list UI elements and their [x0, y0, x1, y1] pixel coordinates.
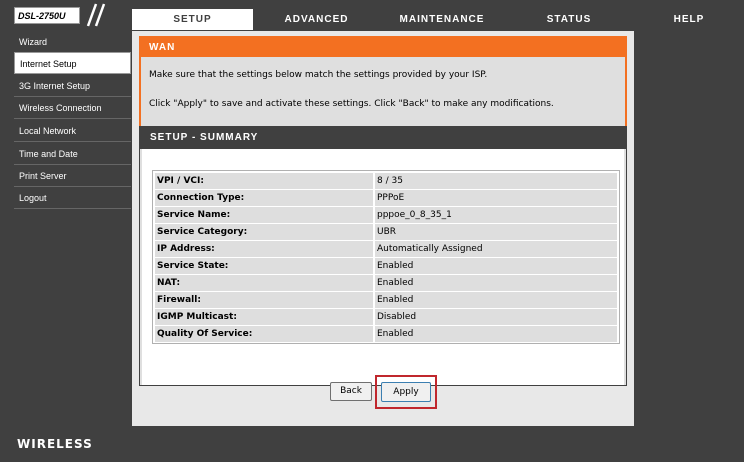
sidebar: Wizard Internet Setup 3G Internet Setup … [14, 31, 131, 426]
router-admin-page: DSL-2750U SETUP ADVANCED MAINTENANCE STA… [0, 0, 744, 462]
row-value: Enabled [375, 326, 617, 342]
sidebar-item-wizard[interactable]: Wizard [14, 31, 131, 53]
row-label: Quality Of Service: [155, 326, 373, 342]
setup-summary-title: SETUP - SUMMARY [140, 127, 626, 149]
tab-setup[interactable]: SETUP [132, 9, 253, 30]
tab-maintenance[interactable]: MAINTENANCE [380, 9, 504, 30]
table-row: Firewall: Enabled [155, 292, 617, 308]
table-row: Service State: Enabled [155, 258, 617, 274]
row-label: Connection Type: [155, 190, 373, 206]
right-panel [634, 31, 744, 426]
row-value: Automatically Assigned [375, 241, 617, 257]
footer: WIRELESS [0, 426, 744, 462]
table-row: NAT: Enabled [155, 275, 617, 291]
back-button[interactable]: Back [330, 382, 372, 401]
row-value: PPPoE [375, 190, 617, 206]
table-row: Connection Type: PPPoE [155, 190, 617, 206]
sidebar-item-time-and-date[interactable]: Time and Date [14, 143, 131, 165]
row-label: Service State: [155, 258, 373, 274]
main-content: WAN Make sure that the settings below ma… [132, 31, 634, 426]
table-row: Service Category: UBR [155, 224, 617, 240]
sidebar-item-wireless-connection[interactable]: Wireless Connection [14, 97, 131, 119]
table-row: Quality Of Service: Enabled [155, 326, 617, 342]
slash-logo-icon [86, 3, 106, 27]
row-label: NAT: [155, 275, 373, 291]
table-row: VPI / VCI: 8 / 35 [155, 173, 617, 189]
model-badge: DSL-2750U [14, 7, 80, 24]
sidebar-item-internet-setup[interactable]: Internet Setup [14, 52, 131, 74]
wan-section-title: WAN [141, 38, 625, 57]
row-value: 8 / 35 [375, 173, 617, 189]
wireless-logo: WIRELESS [17, 437, 93, 451]
wan-apply-instruction-text: Click "Apply" to save and activate these… [149, 99, 554, 109]
row-value: Enabled [375, 292, 617, 308]
left-gutter [0, 31, 14, 426]
setup-summary-section: SETUP - SUMMARY VPI / VCI: 8 / 35 Connec… [139, 126, 627, 386]
tab-advanced[interactable]: ADVANCED [256, 9, 377, 30]
table-row: IGMP Multicast: Disabled [155, 309, 617, 325]
summary-table: VPI / VCI: 8 / 35 Connection Type: PPPoE… [152, 170, 620, 344]
sidebar-filler [14, 211, 131, 426]
sidebar-item-print-server[interactable]: Print Server [14, 165, 131, 187]
table-row: Service Name: pppoe_0_8_35_1 [155, 207, 617, 223]
row-label: Service Category: [155, 224, 373, 240]
row-label: IGMP Multicast: [155, 309, 373, 325]
top-bar: DSL-2750U SETUP ADVANCED MAINTENANCE STA… [0, 0, 744, 30]
sidebar-item-local-network[interactable]: Local Network [14, 120, 131, 142]
row-value: UBR [375, 224, 617, 240]
row-value: pppoe_0_8_35_1 [375, 207, 617, 223]
tab-status[interactable]: STATUS [507, 9, 631, 30]
setup-summary-body: VPI / VCI: 8 / 35 Connection Type: PPPoE… [142, 149, 624, 385]
sidebar-menu: Wizard Internet Setup 3G Internet Setup … [14, 31, 131, 211]
row-value: Disabled [375, 309, 617, 325]
row-label: VPI / VCI: [155, 173, 373, 189]
row-label: Service Name: [155, 207, 373, 223]
row-label: IP Address: [155, 241, 373, 257]
row-value: Enabled [375, 275, 617, 291]
tab-help[interactable]: HELP [634, 9, 744, 30]
wan-instruction-text: Make sure that the settings below match … [149, 70, 488, 80]
apply-button[interactable]: Apply [381, 382, 431, 402]
sidebar-item-3g-internet-setup[interactable]: 3G Internet Setup [14, 75, 131, 97]
sidebar-item-logout[interactable]: Logout [14, 187, 131, 209]
row-label: Firewall: [155, 292, 373, 308]
table-row: IP Address: Automatically Assigned [155, 241, 617, 257]
row-value: Enabled [375, 258, 617, 274]
